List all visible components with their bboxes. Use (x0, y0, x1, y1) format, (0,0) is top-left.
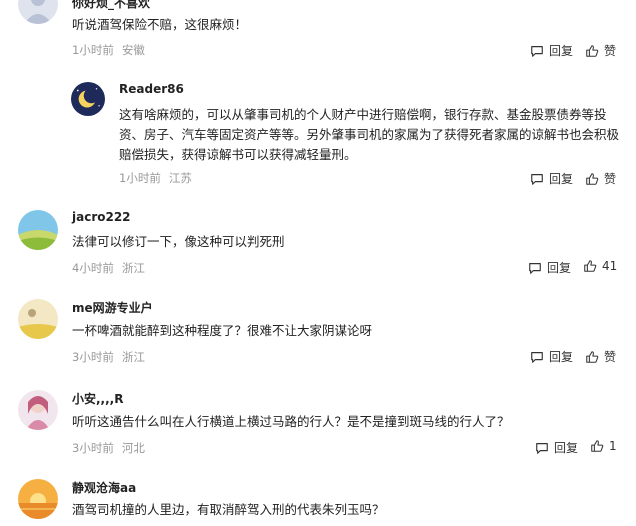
comment-item: 你好烦_不喜欢 听说酒驾保险不赔，这很麻烦！ 1小时前 安徽 回复 赞 (0, 0, 636, 70)
comment-item: 静观沧海aa 酒驾司机撞的人里边，有取消醉驾入刑的代表朱列玉吗？ (0, 476, 636, 526)
reply-label: 回复 (549, 44, 574, 58)
comment-text: 听说酒驾保险不赔，这很麻烦！ (72, 17, 248, 32)
avatar[interactable] (18, 299, 58, 339)
comment-meta: 1小时前 安徽 (72, 42, 145, 58)
avatar[interactable] (18, 210, 58, 250)
comment-meta: 3小时前 河北 (72, 440, 145, 456)
like-label: 41 (602, 259, 618, 273)
comment-time: 1小时前 (72, 43, 114, 57)
reply-button[interactable]: 回复 (530, 348, 573, 365)
comment-item: jacro222 法律可以修订一下，像这种可以判死刑 4小时前 浙江 回复 41 (0, 207, 636, 282)
comment-text: 法律可以修订一下，像这种可以判死刑 (72, 234, 285, 249)
like-label: 1 (609, 439, 617, 453)
avatar[interactable] (71, 82, 105, 116)
thumbs-up-icon (586, 172, 599, 185)
comment-text: 一杯啤酒就能醉到这种程度了？很难不让大家阴谋论呀 (72, 323, 373, 338)
thumbs-up-icon (591, 440, 604, 452)
comment-item: 小安,,,,R 听听这通告什么叫在人行横道上横过马路的行人？是不是撞到斑马线的行… (0, 387, 636, 462)
comment-item: me网游专业户 一杯啤酒就能醉到这种程度了？很难不让大家阴谋论呀 3小时前 浙江 … (0, 296, 636, 371)
thumbs-up-icon (586, 44, 599, 57)
speech-bubble-icon (536, 442, 548, 454)
comment-time: 1小时前 (119, 171, 161, 185)
reply-label: 回复 (549, 172, 574, 186)
thumbs-up-icon (584, 260, 597, 272)
reply-label: 回复 (549, 350, 574, 364)
thumbs-up-icon (586, 350, 599, 363)
reply-button[interactable]: 回复 (535, 439, 578, 456)
comment-text: 这有啥麻烦的，可以从肇事司机的个人财产中进行赔偿啊，银行存款、基金股票债券等投资… (119, 107, 620, 162)
comment-author[interactable]: 你好烦_不喜欢 (72, 0, 150, 11)
like-button[interactable]: 赞 (585, 348, 616, 365)
comment-location: 江苏 (168, 171, 192, 185)
like-button[interactable]: 1 (590, 439, 617, 453)
avatar[interactable] (18, 479, 58, 519)
reply-button[interactable]: 回复 (528, 259, 571, 276)
comment-time: 3小时前 (72, 350, 114, 364)
speech-bubble-icon (529, 262, 541, 274)
like-label: 赞 (604, 350, 617, 364)
comment-location: 河北 (121, 441, 145, 455)
comment-location: 浙江 (121, 261, 145, 275)
comment-time: 3小时前 (72, 441, 114, 455)
comment-author[interactable]: 静观沧海aa (72, 479, 136, 496)
like-button[interactable]: 赞 (585, 170, 616, 187)
comment-meta: 3小时前 浙江 (72, 349, 145, 365)
comment-author[interactable]: 小安,,,,R (72, 390, 123, 407)
like-label: 赞 (604, 44, 617, 58)
speech-bubble-icon (531, 45, 543, 57)
comment-text: 酒驾司机撞的人里边，有取消醉驾入刑的代表朱列玉吗？ (72, 502, 385, 517)
speech-bubble-icon (531, 351, 543, 363)
reply-button[interactable]: 回复 (530, 42, 573, 59)
avatar[interactable] (18, 390, 58, 430)
comment-location: 浙江 (121, 350, 145, 364)
comment-text: 听听这通告什么叫在人行横道上横过马路的行人？是不是撞到斑马线的行人了？ (72, 414, 510, 429)
comment-author[interactable]: Reader86 (119, 82, 184, 96)
reply-item: Reader86 这有啥麻烦的，可以从肇事司机的个人财产中进行赔偿啊，银行存款、… (0, 80, 636, 190)
like-label: 赞 (604, 172, 617, 186)
comment-location: 安徽 (121, 43, 145, 57)
comment-author[interactable]: me网游专业户 (72, 299, 153, 316)
comment-meta: 4小时前 浙江 (72, 260, 145, 276)
speech-bubble-icon (531, 173, 543, 185)
reply-label: 回复 (547, 261, 572, 275)
like-button[interactable]: 赞 (585, 42, 616, 59)
reply-label: 回复 (554, 441, 579, 455)
like-button[interactable]: 41 (583, 259, 617, 273)
comment-meta: 1小时前 江苏 (119, 170, 192, 186)
avatar[interactable] (18, 0, 58, 24)
reply-button[interactable]: 回复 (530, 170, 573, 187)
comment-time: 4小时前 (72, 261, 114, 275)
comment-author[interactable]: jacro222 (72, 210, 131, 224)
